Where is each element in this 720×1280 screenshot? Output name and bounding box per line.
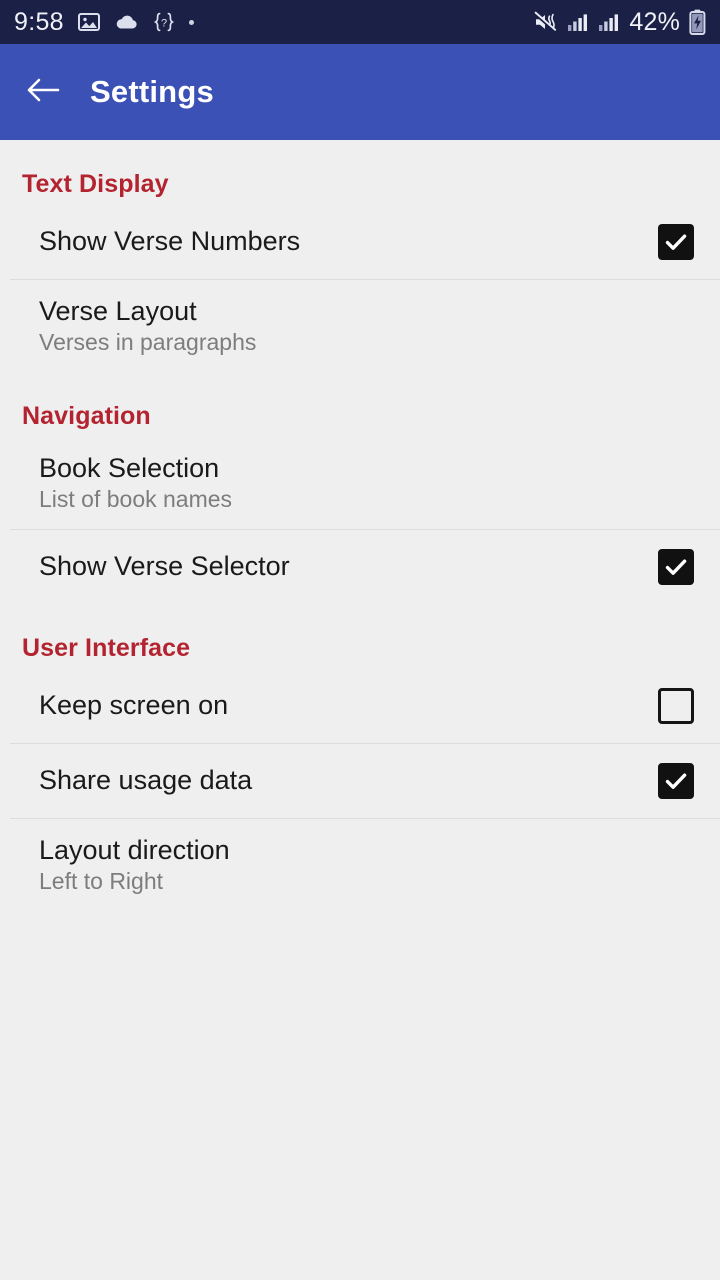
setting-title: Layout direction xyxy=(39,834,230,865)
setting-title: Show Verse Numbers xyxy=(39,226,301,257)
setting-row-texts: Book Selection List of book names xyxy=(39,453,694,514)
status-bar: 9:58 ? 42% xyxy=(0,0,720,44)
signal-bars-icon xyxy=(567,12,589,32)
battery-percent-label: 42% xyxy=(629,7,680,36)
arrow-left-icon xyxy=(26,76,60,109)
braces-question-icon: ? xyxy=(152,11,176,33)
svg-text:?: ? xyxy=(161,17,167,29)
image-icon xyxy=(77,10,101,34)
setting-row-texts: Show Verse Numbers xyxy=(39,226,658,257)
setting-title: Share usage data xyxy=(39,765,253,796)
section-header: Text Display xyxy=(22,170,169,198)
section-header: Navigation xyxy=(22,402,151,430)
setting-row-show-verse-numbers[interactable]: Show Verse Numbers xyxy=(0,205,720,279)
setting-row-verse-layout[interactable]: Verse Layout Verses in paragraphs xyxy=(0,280,720,372)
setting-row-layout-direction[interactable]: Layout direction Left to Right xyxy=(0,819,720,911)
page-title: Settings xyxy=(90,74,214,109)
status-bar-clock: 9:58 xyxy=(14,7,64,36)
vibrate-mute-icon xyxy=(533,11,558,33)
checkbox-checked-icon[interactable] xyxy=(658,549,694,585)
setting-title: Book Selection xyxy=(39,452,220,483)
battery-charging-icon xyxy=(689,9,706,35)
settings-list: Text Display Show Verse Numbers Verse Layo… xyxy=(0,140,720,911)
setting-row-texts: Share usage data xyxy=(39,765,658,796)
setting-row-keep-screen-on[interactable]: Keep screen on xyxy=(0,669,720,743)
cloud-icon xyxy=(114,12,139,32)
setting-row-show-verse-selector[interactable]: Show Verse Selector xyxy=(0,530,720,604)
signal-bars-icon xyxy=(598,12,620,32)
app-bar: Settings xyxy=(0,44,720,140)
setting-row-texts: Layout direction Left to Right xyxy=(39,835,694,896)
back-button[interactable] xyxy=(26,75,60,109)
setting-row-book-selection[interactable]: Book Selection List of book names xyxy=(0,437,720,529)
section-header: User Interface xyxy=(22,634,191,662)
setting-subtitle: List of book names xyxy=(39,485,233,512)
status-bar-right: 42% xyxy=(533,8,706,37)
setting-row-texts: Show Verse Selector xyxy=(39,551,658,582)
dot-icon xyxy=(188,19,194,25)
setting-title: Keep screen on xyxy=(39,690,229,721)
checkbox-unchecked-icon[interactable] xyxy=(658,688,694,724)
setting-row-texts: Keep screen on xyxy=(39,690,658,721)
setting-row-share-usage-data[interactable]: Share usage data xyxy=(0,744,720,818)
status-bar-left: 9:58 ? xyxy=(14,8,533,37)
checkbox-checked-icon[interactable] xyxy=(658,224,694,260)
setting-row-texts: Verse Layout Verses in paragraphs xyxy=(39,296,694,357)
checkbox-checked-icon[interactable] xyxy=(658,763,694,799)
setting-title: Show Verse Selector xyxy=(39,551,290,582)
setting-title: Verse Layout xyxy=(39,295,197,326)
setting-subtitle: Verses in paragraphs xyxy=(39,328,257,355)
setting-subtitle: Left to Right xyxy=(39,867,164,894)
